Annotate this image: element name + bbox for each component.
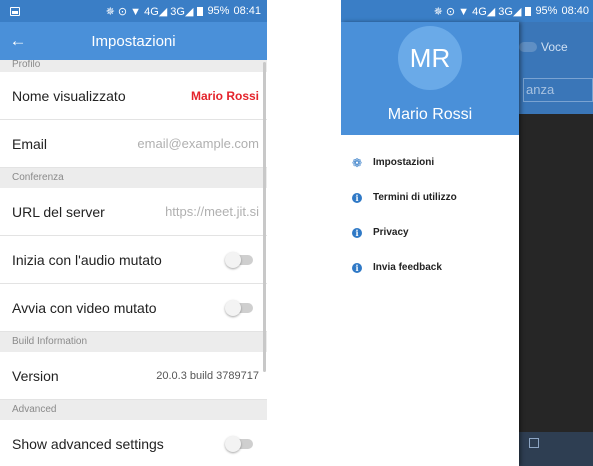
video-muted-label: Avvia con video mutato: [12, 299, 157, 316]
signal-icons: ✵ ⊙ ▼ 4G◢ 3G◢: [105, 5, 194, 18]
display-name-label: Nome visualizzato: [12, 87, 126, 104]
advanced-settings-toggle[interactable]: [225, 435, 253, 452]
menu-item-label: Termini di utilizzo: [373, 192, 457, 203]
settings-list: Profilo Nome visualizzato Mario Rossi Em…: [0, 60, 267, 466]
version-row: Version 20.0.3 build 3789717: [0, 352, 267, 400]
menu-item-settings[interactable]: ❁ Impostazioni: [341, 145, 519, 180]
advanced-settings-row[interactable]: Show advanced settings: [0, 420, 267, 466]
room-name-input: anza: [523, 78, 593, 102]
notification-icon: [10, 6, 20, 16]
drawer-menu: ❁ Impostazioni i Termini di utilizzo i P…: [341, 135, 519, 285]
calendar-icon: [529, 438, 539, 448]
user-name: Mario Rossi: [387, 106, 473, 123]
signal-icons: ✵ ⊙ ▼ 4G◢ 3G◢: [433, 5, 522, 18]
menu-item-label: Privacy: [373, 227, 409, 238]
version-value: 20.0.3 build 3789717: [156, 369, 259, 382]
status-bar: ✵ ⊙ ▼ 4G◢ 3G◢ 95% 08:41: [0, 0, 267, 22]
status-indicators: ✵ ⊙ ▼ 4G◢ 3G◢ 95% 08:40: [434, 5, 589, 18]
battery-icon: [525, 6, 532, 16]
video-muted-row[interactable]: Avvia con video mutato: [0, 284, 267, 332]
drawer-screen: ✵ ⊙ ▼ 4G◢ 3G◢ 95% 08:40 Voce anza MR Mar…: [341, 0, 593, 466]
display-name-row[interactable]: Nome visualizzato Mario Rossi: [0, 72, 267, 120]
settings-screen: ✵ ⊙ ▼ 4G◢ 3G◢ 95% 08:41 ← Impostazioni P…: [0, 0, 267, 466]
email-label: Email: [12, 135, 48, 152]
server-url-row[interactable]: URL del server https://meet.jit.si: [0, 188, 267, 236]
audio-muted-toggle[interactable]: [225, 251, 253, 268]
status-indicators: ✵ ⊙ ▼ 4G◢ 3G◢ 95% 08:41: [106, 5, 261, 18]
server-url-label: URL del server: [12, 203, 105, 220]
menu-item-privacy[interactable]: i Privacy: [341, 215, 519, 250]
clock: 08:40: [561, 5, 589, 17]
info-icon: i: [352, 192, 362, 203]
section-header-profile: Profilo: [0, 60, 267, 72]
audio-muted-row[interactable]: Inizia con l'audio mutato: [0, 236, 267, 284]
menu-item-label: Impostazioni: [373, 157, 435, 168]
info-icon: i: [352, 227, 362, 238]
back-arrow-icon[interactable]: ←: [0, 31, 36, 51]
email-row[interactable]: Email email@example.com: [0, 120, 267, 168]
video-muted-toggle[interactable]: [225, 299, 253, 316]
display-name-value[interactable]: Mario Rossi: [191, 89, 259, 103]
clock: 08:41: [233, 5, 261, 17]
info-icon: i: [352, 262, 362, 273]
battery-level: 95%: [535, 5, 558, 17]
menu-item-terms[interactable]: i Termini di utilizzo: [341, 180, 519, 215]
menu-item-label: Invia feedback: [373, 262, 442, 273]
voice-label: Voce: [541, 40, 568, 54]
version-label: Version: [12, 367, 59, 384]
battery-level: 95%: [207, 5, 230, 17]
advanced-settings-label: Show advanced settings: [12, 435, 164, 452]
email-field[interactable]: email@example.com: [137, 136, 259, 151]
menu-item-feedback[interactable]: i Invia feedback: [341, 250, 519, 285]
app-bar: ← Impostazioni: [0, 22, 267, 60]
scrollbar[interactable]: [263, 62, 266, 372]
section-header-conference: Conferenza: [0, 168, 267, 188]
page-title: Impostazioni: [91, 32, 176, 50]
section-header-advanced: Advanced: [0, 400, 267, 420]
section-header-build: Build Information: [0, 332, 267, 352]
battery-icon: [197, 6, 204, 16]
drawer-header: MR Mario Rossi: [341, 22, 519, 135]
server-url-field[interactable]: https://meet.jit.si: [165, 204, 259, 219]
voice-toggle: [519, 42, 537, 52]
audio-muted-label: Inizia con l'audio mutato: [12, 251, 162, 268]
avatar: MR: [398, 26, 462, 90]
status-bar: ✵ ⊙ ▼ 4G◢ 3G◢ 95% 08:40: [341, 0, 593, 22]
gear-icon: ❁: [351, 155, 363, 170]
screenshot-pair: ✵ ⊙ ▼ 4G◢ 3G◢ 95% 08:41 ← Impostazioni P…: [0, 0, 593, 466]
navigation-drawer: MR Mario Rossi ❁ Impostazioni i Termini …: [341, 22, 519, 466]
